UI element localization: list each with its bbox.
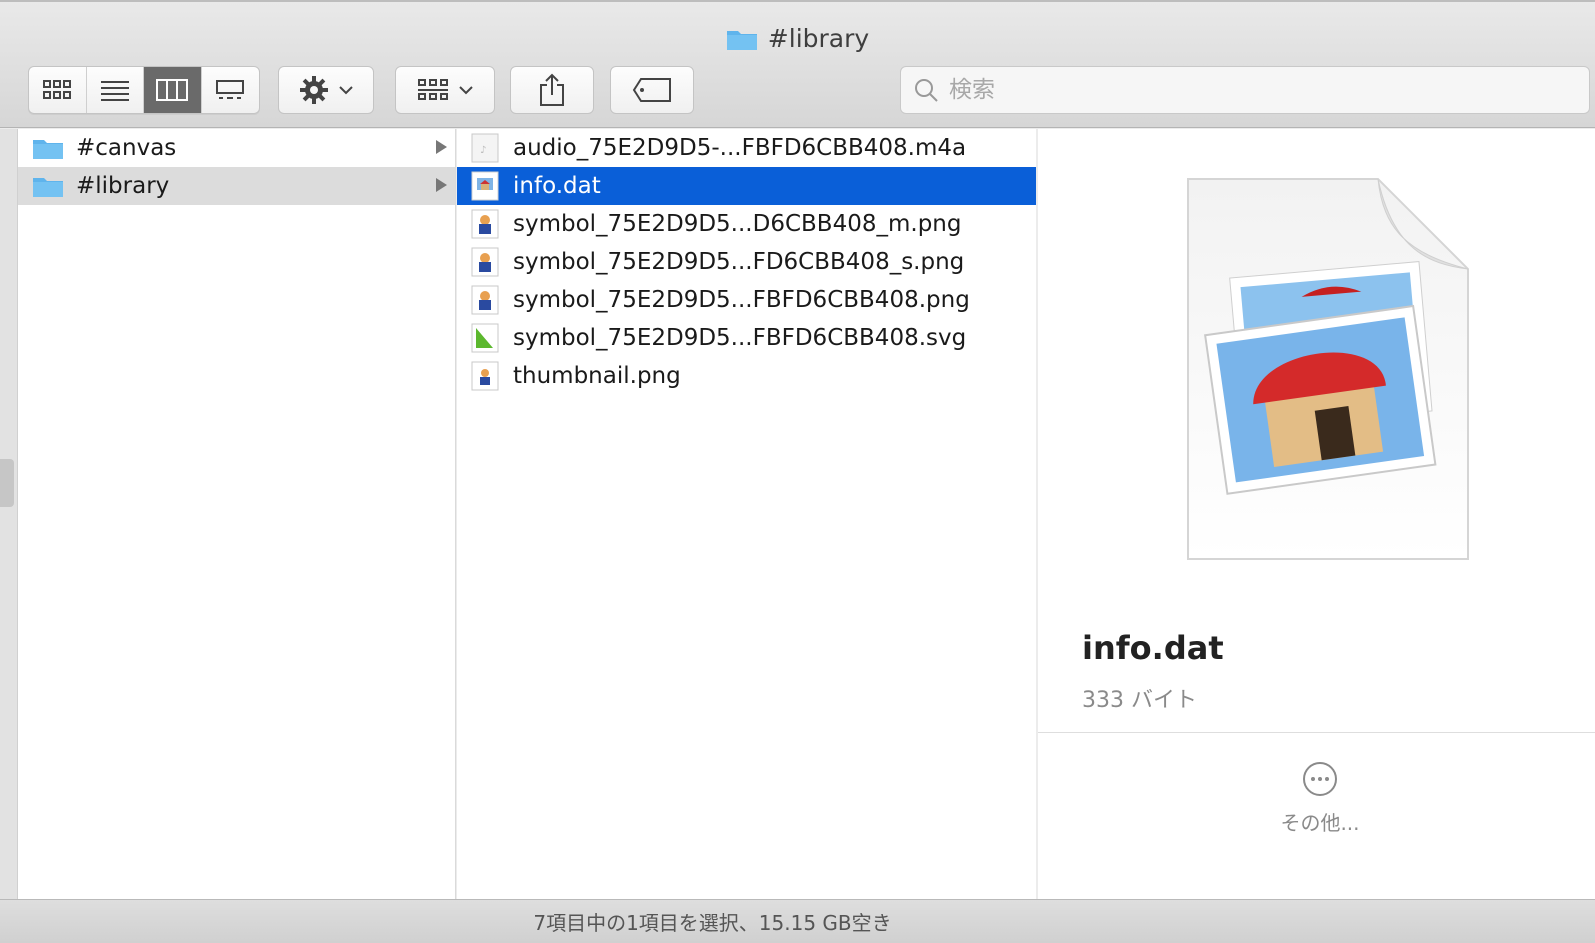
more-label: その他... — [1280, 811, 1360, 835]
grid-icon — [43, 80, 72, 99]
tag-icon — [632, 78, 671, 102]
gallery-icon — [216, 80, 245, 99]
columns-icon — [156, 79, 189, 101]
file-row[interactable]: symbol_75E2D9D5...FBFD6CBB408.png — [457, 281, 1036, 319]
search-field[interactable] — [900, 66, 1590, 114]
share-button[interactable] — [510, 66, 594, 114]
file-label: symbol_75E2D9D5...FD6CBB408_s.png — [513, 249, 965, 275]
dat-file-icon — [471, 171, 499, 201]
list-view-button[interactable] — [87, 67, 144, 113]
folder-row-canvas[interactable]: #canvas — [18, 129, 455, 167]
status-text: 7項目中の1項目を選択、15.15 GB空き — [533, 911, 892, 935]
grid-icon — [418, 79, 448, 100]
png-file-icon — [471, 361, 499, 391]
folder-label: #library — [76, 173, 170, 199]
disclosure-arrow-icon — [436, 140, 447, 154]
folder-icon — [32, 136, 64, 160]
list-icon — [100, 81, 129, 101]
file-label: symbol_75E2D9D5...D6CBB408_m.png — [513, 211, 962, 237]
window-title: #library — [0, 24, 1595, 53]
column-1: #canvas #library — [18, 129, 456, 899]
window-title-label: #library — [767, 24, 870, 53]
search-icon — [915, 79, 938, 102]
file-label: info.dat — [513, 173, 601, 199]
preview-file-name: info.dat — [1082, 629, 1224, 667]
chevron-down-icon — [459, 86, 473, 95]
png-file-icon — [471, 209, 499, 239]
document-preview-icon — [1178, 169, 1478, 569]
search-input[interactable] — [949, 77, 1549, 103]
file-label: audio_75E2D9D5-...FBFD6CBB408.m4a — [513, 135, 967, 161]
file-label: symbol_75E2D9D5...FBFD6CBB408.png — [513, 287, 970, 313]
scroll-handle[interactable] — [0, 459, 14, 507]
file-row[interactable]: thumbnail.png — [457, 357, 1036, 395]
action-menu-button[interactable] — [278, 66, 374, 114]
audio-file-icon: ♪ — [471, 133, 499, 163]
file-label: symbol_75E2D9D5...FBFD6CBB408.svg — [513, 325, 967, 351]
column-view-button[interactable] — [144, 67, 202, 113]
chevron-down-icon — [339, 86, 353, 95]
file-row[interactable]: symbol_75E2D9D5...FBFD6CBB408.svg — [457, 319, 1036, 357]
share-icon — [540, 73, 564, 106]
svg-file-icon — [471, 323, 499, 353]
preview-pane: info.dat 333 バイト その他... — [1038, 129, 1595, 899]
more-icon — [1303, 762, 1337, 796]
folder-label: #canvas — [76, 135, 177, 161]
gallery-view-button[interactable] — [202, 67, 260, 113]
toolbar: #library — [0, 0, 1595, 128]
png-file-icon — [471, 247, 499, 277]
file-row[interactable]: info.dat — [457, 167, 1036, 205]
disclosure-arrow-icon — [436, 178, 447, 192]
file-row[interactable]: symbol_75E2D9D5...FD6CBB408_s.png — [457, 243, 1036, 281]
tag-button[interactable] — [610, 66, 694, 114]
gear-icon — [300, 76, 328, 104]
more-button[interactable]: その他... — [1258, 761, 1382, 851]
icon-view-button[interactable] — [29, 67, 87, 113]
status-bar: 7項目中の1項目を選択、15.15 GB空き — [0, 899, 1595, 943]
file-label: thumbnail.png — [513, 363, 681, 389]
folder-icon — [726, 27, 758, 51]
column-2: ♪ audio_75E2D9D5-...FBFD6CBB408.m4a info… — [457, 129, 1037, 899]
folder-icon — [32, 174, 64, 198]
png-file-icon — [471, 285, 499, 315]
svg-text:♪: ♪ — [480, 145, 486, 156]
divider — [1038, 732, 1595, 733]
file-row[interactable]: symbol_75E2D9D5...D6CBB408_m.png — [457, 205, 1036, 243]
sidebar-edge — [0, 129, 18, 899]
arrange-menu-button[interactable] — [395, 66, 495, 114]
folder-row-library[interactable]: #library — [18, 167, 455, 205]
file-row[interactable]: ♪ audio_75E2D9D5-...FBFD6CBB408.m4a — [457, 129, 1036, 167]
view-mode-control — [28, 66, 260, 114]
preview-file-size: 333 バイト — [1082, 688, 1197, 713]
